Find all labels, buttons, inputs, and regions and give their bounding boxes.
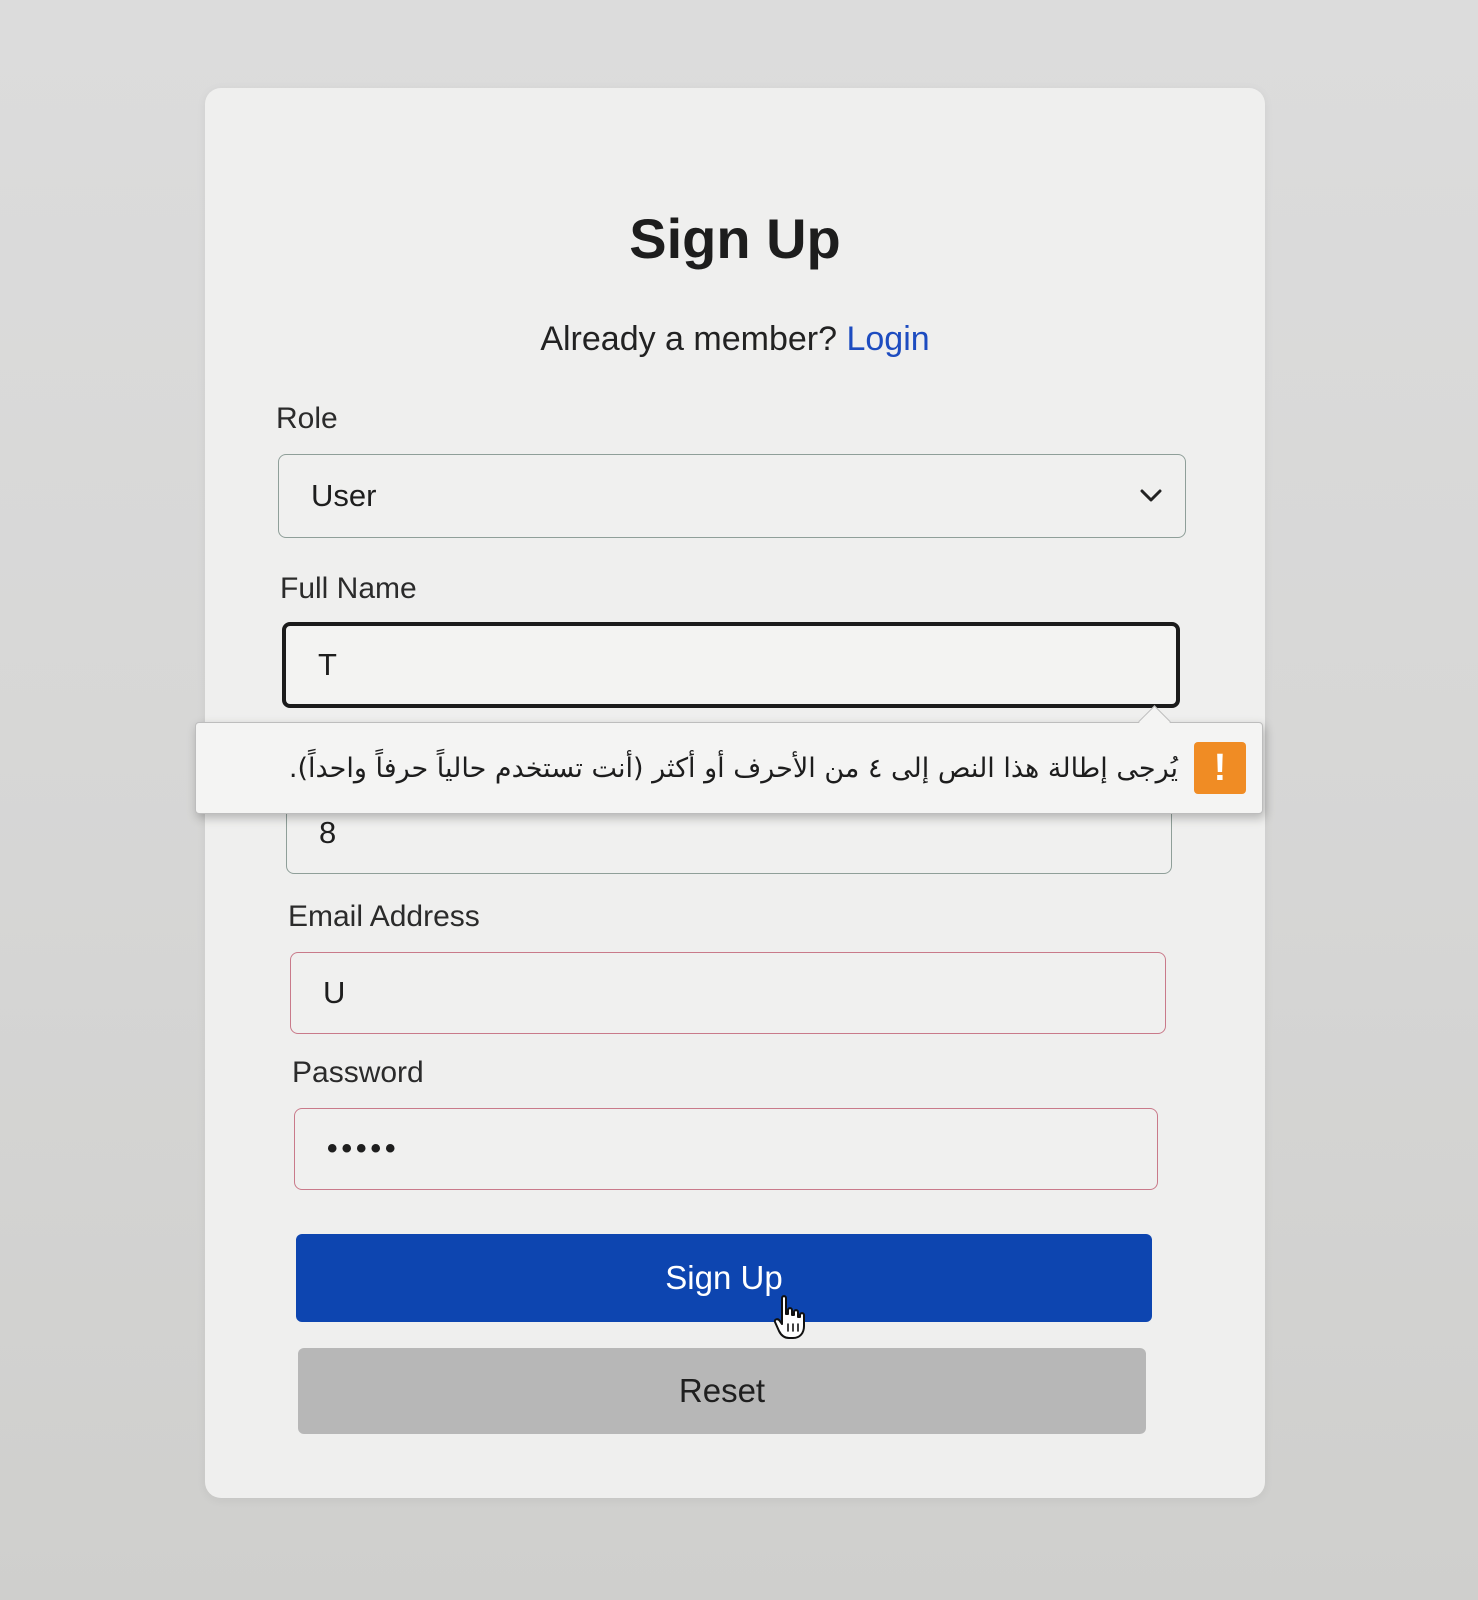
reset-button[interactable]: Reset: [298, 1348, 1146, 1434]
page-title: Sign Up: [629, 207, 841, 270]
password-label: Password: [292, 1056, 424, 1089]
login-prompt-text: Already a member?: [540, 320, 838, 358]
login-prompt: Already a member? Login: [205, 320, 1265, 359]
validation-tooltip: ! يُرجى إطالة هذا النص إلى ٤ من الأحرف أ…: [195, 722, 1263, 814]
sign-up-button[interactable]: Sign Up: [296, 1234, 1152, 1322]
chevron-down-icon: [1137, 482, 1165, 510]
validation-message: يُرجى إطالة هذا النص إلى ٤ من الأحرف أو …: [288, 752, 1178, 784]
login-link[interactable]: Login: [846, 320, 929, 358]
full-name-label: Full Name: [280, 572, 417, 605]
password-value: •••••: [327, 1132, 400, 1165]
password-input[interactable]: •••••: [294, 1108, 1158, 1190]
full-name-input[interactable]: T: [282, 622, 1180, 708]
email-value: U: [323, 975, 346, 1010]
full-name-value: T: [318, 647, 337, 682]
email-input[interactable]: U: [290, 952, 1166, 1034]
role-selected-value: User: [311, 478, 377, 513]
hand-pointer-cursor-icon: [773, 1295, 805, 1339]
email-label: Email Address: [288, 900, 480, 933]
warning-icon: !: [1194, 742, 1246, 794]
role-select[interactable]: User: [278, 454, 1186, 538]
role-label: Role: [276, 402, 338, 435]
phone-value: 8: [319, 815, 337, 850]
